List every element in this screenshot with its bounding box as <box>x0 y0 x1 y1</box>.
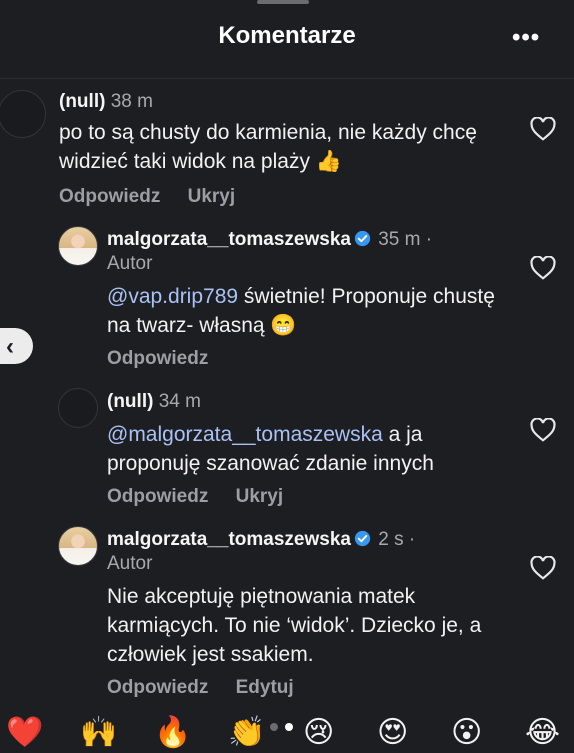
comment-actions: Odpowiedz Ukryj <box>107 486 305 508</box>
username[interactable]: (null) <box>59 91 105 112</box>
reply-button[interactable]: Odpowiedz <box>107 677 208 698</box>
more-options-icon[interactable]: ••• <box>512 24 540 52</box>
reply-button[interactable]: Odpowiedz <box>59 186 160 207</box>
comment-meta: (null) 38 m <box>59 91 153 113</box>
comment-actions: Odpowiedz Ukryj <box>59 186 257 208</box>
reaction-heart-eyes[interactable]: 😍 <box>377 715 408 751</box>
avatar[interactable] <box>58 226 98 266</box>
verified-badge-icon <box>354 230 371 247</box>
reply-button[interactable]: Odpowiedz <box>107 486 208 507</box>
header-divider <box>0 78 574 79</box>
comments-sheet: Komentarze ••• (null) 38 m po to są chus… <box>0 0 574 753</box>
reaction-raised-hands[interactable]: 🙌 <box>80 715 117 751</box>
heart-icon[interactable] <box>530 556 556 580</box>
avatar[interactable] <box>58 526 98 566</box>
verified-badge-icon <box>354 530 371 547</box>
edit-button[interactable]: Edytuj <box>236 677 294 698</box>
drag-handle[interactable] <box>257 0 309 4</box>
timestamp: 35 m · <box>378 229 433 250</box>
hide-button[interactable]: Ukryj <box>236 486 284 507</box>
heart-icon[interactable] <box>530 418 556 442</box>
comment-text: Nie akceptuję piętnowania matek karmiący… <box>107 585 482 666</box>
chevron-left-icon: ‹ <box>6 333 14 360</box>
page-title: Komentarze <box>218 22 356 49</box>
comment-text: @vap.drip789 świetnie! Proponuje chustę … <box>107 282 507 340</box>
comment-text: po to są chusty do karmienia, nie każdy … <box>59 121 477 173</box>
comment-actions: Odpowiedz <box>107 348 230 370</box>
reaction-clap[interactable]: 👏 <box>228 715 265 751</box>
mention-link[interactable]: @vap.drip789 <box>107 285 238 308</box>
author-tag: Autor <box>107 253 153 274</box>
comment-meta: (null) 34 m <box>107 391 201 413</box>
comment-meta: malgorzata__tomaszewska 2 s · <box>107 529 415 551</box>
author-tag: Autor <box>107 553 153 574</box>
mention-link[interactable]: @malgorzata__tomaszewska <box>107 423 383 446</box>
timestamp: 38 m <box>110 91 153 112</box>
page-indicator <box>270 718 300 736</box>
heart-icon[interactable] <box>530 256 556 280</box>
username[interactable]: malgorzata__tomaszewska <box>107 229 351 250</box>
reaction-heart[interactable]: ❤️ <box>6 715 43 751</box>
avatar[interactable] <box>0 90 46 138</box>
hide-button[interactable]: Ukryj <box>188 186 236 207</box>
avatar[interactable] <box>58 388 98 428</box>
username[interactable]: malgorzata__tomaszewska <box>107 529 351 550</box>
heart-icon[interactable] <box>530 117 556 141</box>
back-button[interactable]: ‹ <box>0 328 33 364</box>
reaction-laughing[interactable]: 😂 <box>525 715 560 751</box>
reaction-surprised[interactable]: 😮 <box>451 715 482 751</box>
timestamp: 2 s · <box>378 529 416 550</box>
comment-text: @malgorzata__tomaszewska a ja proponuję … <box>107 420 507 478</box>
reaction-crying[interactable]: 😢 <box>303 715 334 751</box>
timestamp: 34 m <box>158 391 201 412</box>
reply-button[interactable]: Odpowiedz <box>107 348 208 369</box>
comment-meta: malgorzata__tomaszewska 35 m · <box>107 229 432 251</box>
page-dot[interactable] <box>270 723 278 731</box>
page-dot-active[interactable] <box>285 723 293 731</box>
comment-actions: Odpowiedz Edytuj <box>107 677 316 699</box>
reaction-fire[interactable]: 🔥 <box>154 715 191 751</box>
username[interactable]: (null) <box>107 391 153 412</box>
